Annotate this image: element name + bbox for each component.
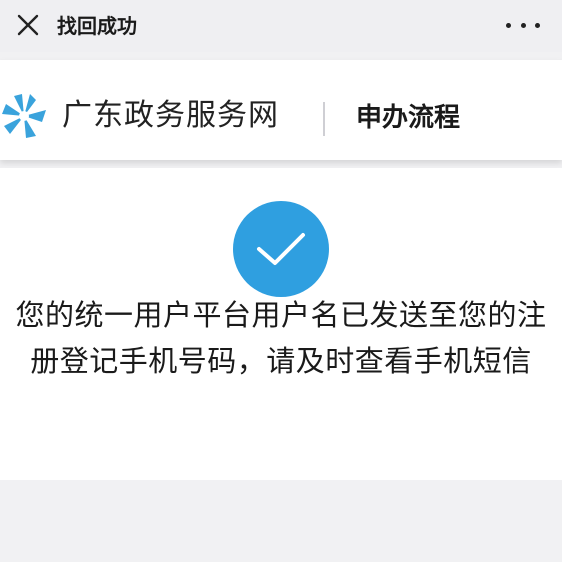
site-logo[interactable] (0, 92, 48, 140)
site-name[interactable]: 广东政务服务网 (62, 96, 279, 136)
page-title: 找回成功 (57, 14, 137, 38)
success-badge (233, 201, 329, 297)
close-icon (17, 14, 39, 36)
more-dots-icon (506, 22, 511, 28)
header-divider (323, 102, 325, 136)
title-bar: 找回成功 (0, 0, 562, 52)
process-link[interactable]: 申办流程 (356, 98, 460, 138)
guangdong-gov-logo-icon (2, 94, 46, 138)
close-button[interactable] (14, 11, 42, 39)
more-dots-icon (520, 22, 526, 28)
more-button[interactable] (506, 18, 540, 32)
check-circle-icon (257, 233, 305, 265)
success-message: 您的统一用户平台用户名已发送至您的注册登记手机号码，请及时查看手机短信 (15, 298, 547, 378)
more-dots-icon (535, 22, 540, 28)
